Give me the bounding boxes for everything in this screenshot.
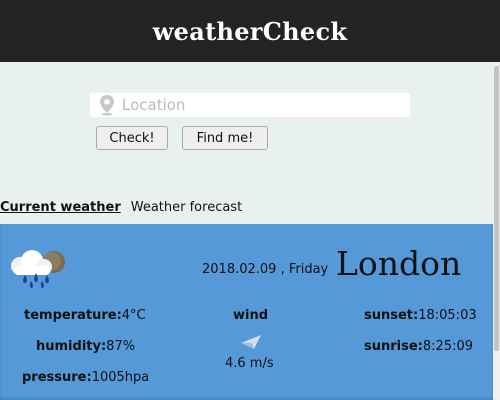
humidity-stat: humidity:87% (36, 339, 135, 354)
weather-date: 2018.02.09 , Friday (202, 262, 329, 277)
tab-current-weather[interactable]: Current weather (0, 200, 121, 215)
weather-tabs: Current weather Weather forecast (0, 197, 252, 217)
app-header: weatherCheck (0, 0, 500, 62)
wind-direction-arrow-icon (239, 331, 263, 351)
page-scrollbar[interactable] (493, 62, 500, 400)
tab-weather-forecast[interactable]: Weather forecast (131, 200, 242, 215)
sunset-value: 18:05:03 (418, 308, 477, 323)
pressure-stat: pressure:1005hpa (22, 370, 149, 385)
find-me-button[interactable]: Find me! (182, 126, 268, 150)
sunrise-label: sunrise: (364, 339, 423, 354)
city-name: London (336, 244, 462, 283)
sunset-stat: sunset:18:05:03 (364, 308, 477, 323)
location-input[interactable] (118, 96, 392, 114)
rain-cloud-sun-icon (6, 250, 70, 290)
sunrise-value: 8:25:09 (422, 339, 473, 354)
sunrise-stat: sunrise:8:25:09 (364, 339, 473, 354)
pressure-label: pressure: (22, 370, 92, 385)
temperature-label: temperature: (24, 308, 122, 323)
temperature-stat: temperature:4°C (24, 308, 146, 323)
wind-label: wind (233, 308, 269, 323)
humidity-label: humidity: (36, 339, 107, 354)
humidity-value: 87% (106, 339, 136, 354)
pressure-value: 1005hpa (91, 370, 150, 385)
location-field[interactable] (90, 93, 410, 117)
current-weather-panel: 2018.02.09 , Friday London temperature:4… (0, 224, 493, 400)
search-section: Check! Find me! Current weather Weather … (0, 62, 493, 224)
temperature-value: 4°C (121, 308, 146, 323)
check-button[interactable]: Check! (96, 126, 168, 150)
scrollbar-thumb[interactable] (494, 66, 499, 351)
location-pin-icon (96, 93, 118, 117)
sunset-label: sunset: (364, 308, 419, 323)
wind-speed: 4.6 m/s (225, 356, 274, 371)
app-title: weatherCheck (152, 16, 348, 46)
